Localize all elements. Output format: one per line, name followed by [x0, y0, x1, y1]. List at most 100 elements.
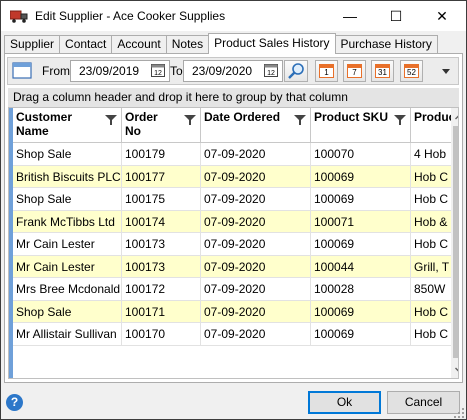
maximize-icon: ☐: [389, 7, 403, 24]
resize-grip-icon[interactable]: [453, 407, 465, 419]
tab-contact[interactable]: Contact: [59, 35, 113, 54]
help-icon[interactable]: ?: [6, 394, 23, 411]
table-row[interactable]: Mr Allistair Sullivan 100170 07-09-2020 …: [13, 323, 458, 346]
group-by-panel[interactable]: Drag a column header and drop it here to…: [8, 88, 459, 107]
period-1-day-button[interactable]: 1: [315, 60, 338, 82]
maximize-button[interactable]: ☐: [373, 1, 419, 31]
window-icon: [12, 62, 32, 79]
title-bar: Edit Supplier - Ace Cooker Supplies — ☐ …: [1, 1, 466, 31]
table-row[interactable]: Mr Cain Lester 100173 07-09-2020 100044 …: [13, 255, 458, 278]
to-calendar-icon[interactable]: 12: [263, 62, 279, 78]
window-title: Edit Supplier - Ace Cooker Supplies: [35, 9, 226, 23]
cell-product-sku: 100070: [311, 143, 411, 166]
cell-date-ordered: 07-09-2020: [201, 278, 311, 301]
svg-text:12: 12: [154, 70, 162, 77]
cell-product-sku: 100069: [311, 233, 411, 256]
cell-date-ordered: 07-09-2020: [201, 188, 311, 211]
ok-button[interactable]: Ok: [308, 391, 381, 414]
tab-purchase-history[interactable]: Purchase History: [334, 35, 438, 54]
column-header-product-sku[interactable]: Product SKU: [311, 108, 411, 143]
cell-customer-name: Mrs Bree Mcdonald: [13, 278, 122, 301]
cell-order-no: 100177: [122, 165, 201, 188]
table-row[interactable]: Mr Cain Lester 100173 07-09-2020 100069 …: [13, 233, 458, 256]
edit-supplier-window: Edit Supplier - Ace Cooker Supplies — ☐ …: [0, 0, 467, 420]
from-label: From: [42, 64, 70, 78]
cell-order-no: 100179: [122, 143, 201, 166]
search-button[interactable]: [284, 60, 308, 82]
from-calendar-icon[interactable]: 12: [150, 62, 166, 78]
minimize-button[interactable]: —: [327, 1, 373, 31]
cell-date-ordered: 07-09-2020: [201, 323, 311, 346]
chevron-up-icon: [455, 115, 458, 119]
grid-header: Customer Name Order No Date Ordered Prod…: [13, 108, 458, 143]
cell-product-sku: 100069: [311, 323, 411, 346]
close-button[interactable]: ✕: [419, 1, 465, 31]
dropdown-arrow-icon: [442, 69, 450, 74]
search-icon: [288, 63, 304, 79]
svg-text:12: 12: [267, 70, 275, 77]
filter-icon[interactable]: [184, 114, 196, 126]
cell-order-no: 100171: [122, 300, 201, 323]
cell-customer-name: British Biscuits PLC: [13, 165, 122, 188]
period-31-day-button[interactable]: 31: [371, 60, 394, 82]
cell-date-ordered: 07-09-2020: [201, 233, 311, 256]
cell-product-sku: 100071: [311, 210, 411, 233]
tab-product-sales-history[interactable]: Product Sales History: [208, 33, 336, 54]
period-52-week-button[interactable]: 52: [400, 60, 423, 82]
sales-history-grid: Customer Name Order No Date Ordered Prod…: [8, 107, 459, 379]
cell-customer-name: Shop Sale: [13, 188, 122, 211]
scroll-thumb[interactable]: [453, 126, 458, 358]
cell-customer-name: Shop Sale: [13, 143, 122, 166]
vertical-scrollbar[interactable]: [451, 108, 458, 378]
cell-product-sku: 100028: [311, 278, 411, 301]
to-label: To: [170, 64, 183, 78]
cell-date-ordered: 07-09-2020: [201, 210, 311, 233]
close-icon: ✕: [436, 7, 448, 24]
cancel-button[interactable]: Cancel: [387, 391, 460, 414]
cell-date-ordered: 07-09-2020: [201, 143, 311, 166]
tab-strip: Supplier Contact Account Notes Product S…: [4, 33, 438, 54]
to-date-value: 23/09/2020: [192, 64, 253, 78]
cell-customer-name: Shop Sale: [13, 300, 122, 323]
column-header-customer-name[interactable]: Customer Name: [13, 108, 122, 143]
filter-icon[interactable]: [105, 114, 117, 126]
column-header-date-ordered[interactable]: Date Ordered: [201, 108, 311, 143]
filter-icon[interactable]: [394, 114, 406, 126]
minimize-icon: —: [343, 8, 357, 24]
tab-account[interactable]: Account: [111, 35, 167, 54]
column-header-order-no[interactable]: Order No: [122, 108, 201, 143]
cell-order-no: 100174: [122, 210, 201, 233]
scroll-down-button[interactable]: [451, 361, 458, 378]
from-date-value: 23/09/2019: [79, 64, 140, 78]
cell-customer-name: Frank McTibbs Ltd: [13, 210, 122, 233]
table-row[interactable]: Shop Sale 100175 07-09-2020 100069 Hob C: [13, 188, 458, 211]
chevron-down-icon: [455, 367, 458, 371]
cell-date-ordered: 07-09-2020: [201, 300, 311, 323]
date-toolbar: From 23/09/2019 12 To 23/09/2020 12 1 7 …: [7, 57, 459, 85]
cell-order-no: 100175: [122, 188, 201, 211]
grid-view-button[interactable]: [11, 60, 33, 82]
cell-order-no: 100172: [122, 278, 201, 301]
cell-date-ordered: 07-09-2020: [201, 255, 311, 278]
grid-body: Shop Sale 100179 07-09-2020 100070 4 Hob…: [13, 143, 458, 346]
table-row[interactable]: Mrs Bree Mcdonald 100172 07-09-2020 1000…: [13, 278, 458, 301]
cell-order-no: 100170: [122, 323, 201, 346]
table-row[interactable]: British Biscuits PLC 100177 07-09-2020 1…: [13, 165, 458, 188]
period-7-day-button[interactable]: 7: [343, 60, 366, 82]
tab-notes[interactable]: Notes: [165, 35, 210, 54]
table-row[interactable]: Shop Sale 100179 07-09-2020 100070 4 Hob: [13, 143, 458, 166]
tab-supplier[interactable]: Supplier: [4, 35, 61, 54]
cell-product-sku: 100069: [311, 165, 411, 188]
filter-icon[interactable]: [294, 114, 306, 126]
cell-date-ordered: 07-09-2020: [201, 165, 311, 188]
cell-product-sku: 100069: [311, 300, 411, 323]
cell-product-sku: 100044: [311, 255, 411, 278]
cell-product-sku: 100069: [311, 188, 411, 211]
table-row[interactable]: Frank McTibbs Ltd 100174 07-09-2020 1000…: [13, 210, 458, 233]
table-row[interactable]: Shop Sale 100171 07-09-2020 100069 Hob C: [13, 300, 458, 323]
cell-customer-name: Mr Allistair Sullivan: [13, 323, 122, 346]
scroll-up-button[interactable]: [451, 108, 458, 125]
toolbar-options-button[interactable]: [436, 60, 456, 82]
truck-icon: [10, 10, 28, 23]
cell-order-no: 100173: [122, 233, 201, 256]
